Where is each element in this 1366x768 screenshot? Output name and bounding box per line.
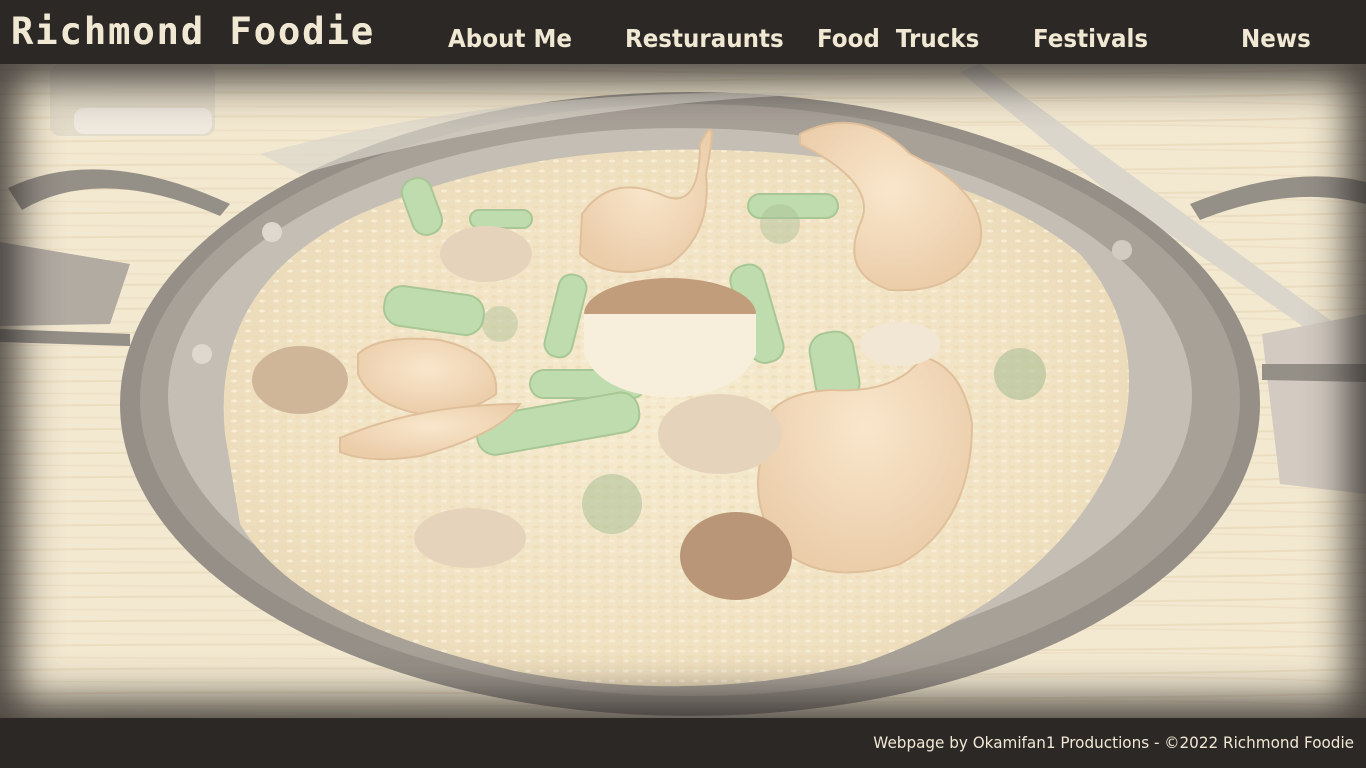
nav-link-festivals[interactable]: Festivals [1033, 19, 1158, 59]
nav-link-about-me[interactable]: About Me [448, 19, 583, 59]
nav-link-label: Food Trucks [817, 24, 980, 53]
site-logo[interactable]: Richmond Foodie [11, 9, 375, 55]
footer-credit: Webpage by Okamifan1 Productions - ©2022… [848, 733, 1354, 752]
hero-food-photo [0, 64, 1366, 718]
nav-link-label: News [1241, 24, 1311, 53]
footer-bar: Webpage by Okamifan1 Productions - ©2022… [0, 718, 1366, 768]
top-navigation-bar: Richmond Foodie About Me Resturaunts Foo… [0, 0, 1366, 64]
nav-link-label: Festivals [1033, 24, 1149, 53]
nav-link-food-trucks[interactable]: Food Trucks [817, 19, 993, 59]
footer-credit-text: Webpage by Okamifan1 Productions - ©2022… [873, 733, 1354, 752]
nav-link-news[interactable]: News [1241, 19, 1317, 59]
paella-pan-illustration [0, 64, 1366, 718]
nav-link-label: About Me [448, 24, 572, 53]
nav-link-label: Resturaunts [625, 24, 784, 53]
nav-link-resturaunts[interactable]: Resturaunts [625, 19, 797, 59]
